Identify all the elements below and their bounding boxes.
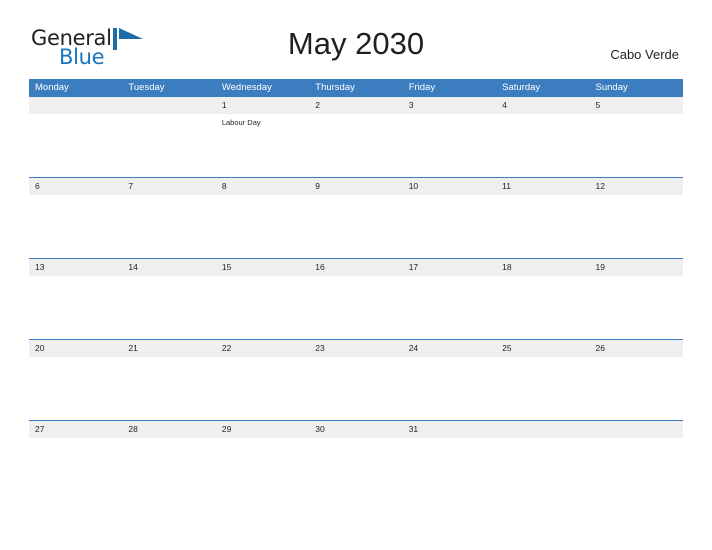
day-number: 14 xyxy=(128,262,138,272)
day-cell[interactable]: 3 xyxy=(403,97,496,177)
weekday-header-thursday: Thursday xyxy=(315,82,355,93)
day-cell[interactable]: 29 xyxy=(216,421,309,501)
day-number: 24 xyxy=(408,343,419,353)
day-cell[interactable]: 19 xyxy=(590,259,683,339)
day-number: 20 xyxy=(35,343,45,353)
weekday-header-tuesday: Tuesday xyxy=(128,82,165,93)
weekday-header-sunday: Sunday xyxy=(595,82,628,93)
day-cell[interactable] xyxy=(590,421,683,501)
day-number: 27 xyxy=(35,424,45,434)
day-number: 25 xyxy=(502,343,512,353)
day-number: 9 xyxy=(315,181,320,191)
calendar-week-row: 20 21 22 23 24 25 26 xyxy=(29,339,683,420)
day-number: 19 xyxy=(595,262,605,272)
day-cell[interactable]: 13 xyxy=(29,259,122,339)
day-cell[interactable]: 24 xyxy=(403,340,496,420)
day-number: 16 xyxy=(315,262,325,272)
day-event: Labour Day xyxy=(221,118,261,127)
day-cell[interactable]: 23 xyxy=(309,340,402,420)
day-number: 5 xyxy=(595,100,601,110)
day-cell[interactable] xyxy=(122,97,215,177)
calendar-grid: Monday Tuesday Wednesday Thursday Friday… xyxy=(29,79,683,501)
day-number: 31 xyxy=(408,424,419,434)
day-number: 12 xyxy=(595,181,605,191)
day-number: 13 xyxy=(35,262,45,272)
day-number: 7 xyxy=(128,181,134,191)
day-cell[interactable]: 2 xyxy=(309,97,402,177)
weekday-header-monday: Monday xyxy=(35,82,69,93)
day-number: 21 xyxy=(128,343,138,353)
day-number: 18 xyxy=(502,262,512,272)
day-number: 26 xyxy=(595,343,605,353)
day-number: 29 xyxy=(221,424,232,434)
day-cell[interactable]: 8 xyxy=(216,178,309,258)
calendar-week-row: 6 7 8 9 10 11 12 xyxy=(29,177,683,258)
calendar-week-row: 13 14 15 16 17 18 19 xyxy=(29,258,683,339)
day-cell[interactable]: 30 xyxy=(309,421,402,501)
weekday-header-saturday: Saturday xyxy=(502,82,541,93)
day-number: 22 xyxy=(221,343,232,353)
day-cell[interactable]: 5 xyxy=(590,97,683,177)
day-number: 10 xyxy=(408,181,419,191)
weekday-header-row: Monday Tuesday Wednesday Thursday Friday… xyxy=(29,79,683,96)
day-cell[interactable]: 31 xyxy=(403,421,496,501)
day-cell[interactable]: 4 xyxy=(496,97,589,177)
day-cell[interactable]: 10 xyxy=(403,178,496,258)
day-cell[interactable]: 1 Labour Day xyxy=(216,97,309,177)
day-number: 3 xyxy=(408,100,414,110)
weekday-header-wednesday: Wednesday xyxy=(221,82,272,93)
day-number: 30 xyxy=(315,424,325,434)
day-number: 23 xyxy=(315,343,325,353)
day-cell[interactable]: 9 xyxy=(309,178,402,258)
weekday-header-friday: Friday xyxy=(408,82,436,93)
day-cell[interactable]: 17 xyxy=(403,259,496,339)
day-cell[interactable]: 6 xyxy=(29,178,122,258)
page-header: General Blue May 2030 Cabo Verde xyxy=(0,0,712,68)
day-number: 28 xyxy=(128,424,138,434)
day-cell[interactable]: 15 xyxy=(216,259,309,339)
day-cell[interactable]: 20 xyxy=(29,340,122,420)
day-cell[interactable]: 28 xyxy=(122,421,215,501)
day-number: 15 xyxy=(221,262,232,272)
day-cell[interactable] xyxy=(29,97,122,177)
day-number: 17 xyxy=(408,262,419,272)
calendar-week-row: 27 28 29 30 31 xyxy=(29,420,683,501)
day-cell[interactable]: 26 xyxy=(590,340,683,420)
day-number: 1 xyxy=(221,100,227,110)
day-number: 11 xyxy=(502,181,511,191)
day-cell[interactable]: 25 xyxy=(496,340,589,420)
day-number: 6 xyxy=(35,181,40,191)
day-cell[interactable]: 11 xyxy=(496,178,589,258)
day-number: 8 xyxy=(221,181,227,191)
day-cell[interactable]: 27 xyxy=(29,421,122,501)
day-number: 4 xyxy=(502,100,507,110)
region-label: Cabo Verde xyxy=(610,47,679,62)
day-cell[interactable]: 12 xyxy=(590,178,683,258)
day-cell[interactable]: 18 xyxy=(496,259,589,339)
day-cell[interactable]: 16 xyxy=(309,259,402,339)
day-cell[interactable]: 21 xyxy=(122,340,215,420)
day-number: 2 xyxy=(315,100,320,110)
page-title: May 2030 xyxy=(287,26,425,61)
day-cell[interactable]: 14 xyxy=(122,259,215,339)
day-cell[interactable] xyxy=(496,421,589,501)
day-cell[interactable]: 22 xyxy=(216,340,309,420)
calendar-week-row: 1 Labour Day 2 3 4 5 xyxy=(29,96,683,177)
day-cell[interactable]: 7 xyxy=(122,178,215,258)
